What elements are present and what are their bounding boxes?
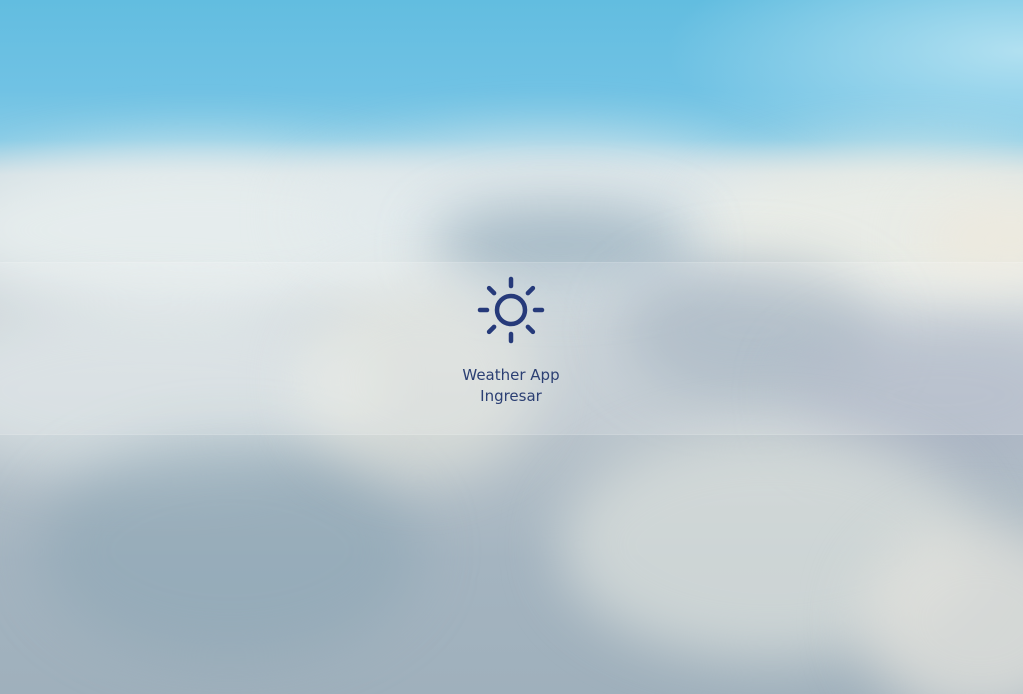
- app-title: Weather App: [462, 366, 560, 384]
- login-link[interactable]: Ingresar: [411, 386, 611, 407]
- sky-highlight: [663, 0, 1023, 170]
- sun-icon: [477, 276, 545, 344]
- cloud-shadow: [40, 440, 420, 660]
- splash-panel: Weather App Ingresar: [411, 270, 611, 407]
